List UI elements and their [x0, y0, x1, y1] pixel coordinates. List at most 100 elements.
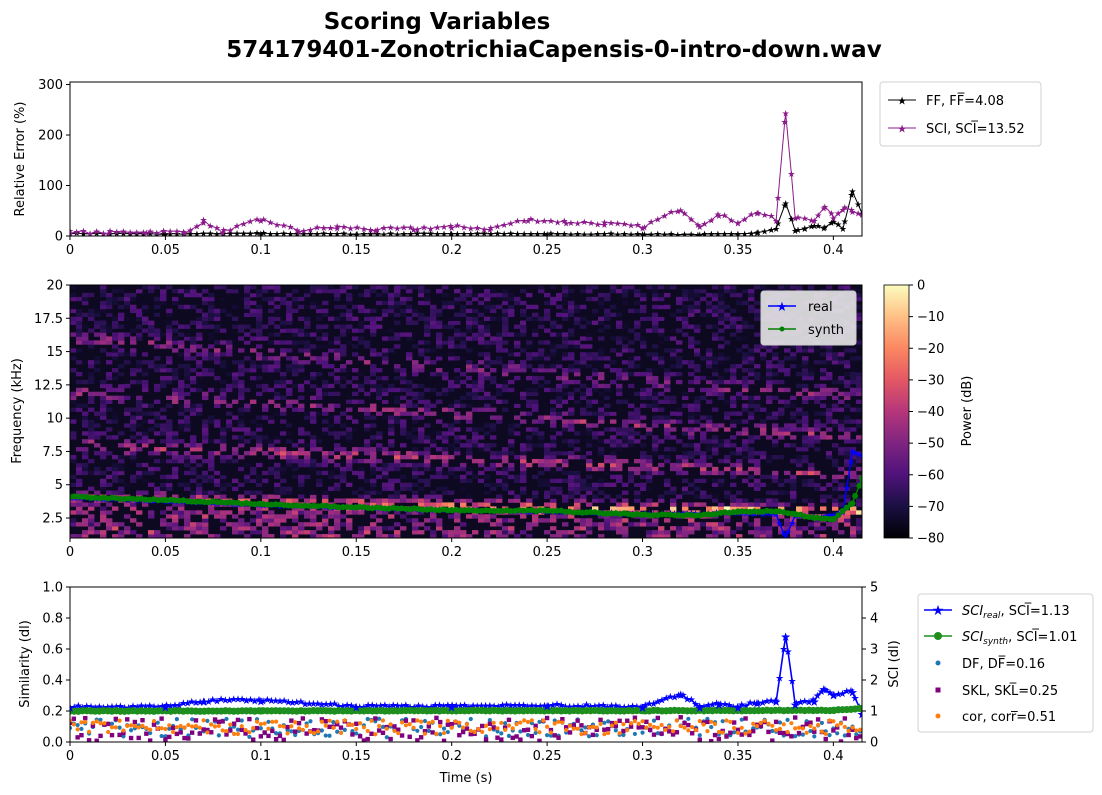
- spectrogram-cell: [304, 443, 311, 448]
- spectrogram-cell: [244, 431, 251, 436]
- spectrogram-cell: [826, 454, 833, 460]
- spectrogram-cell: [394, 292, 401, 298]
- spectrogram-cell: [130, 407, 137, 412]
- spectrogram-cell: [640, 336, 647, 341]
- spectrogram-cell: [598, 328, 605, 333]
- spectrogram-cell: [256, 356, 263, 361]
- spectrogram-cell: [172, 348, 179, 353]
- spectrogram-cell: [586, 427, 593, 432]
- spectrogram-cell: [202, 522, 209, 527]
- spectrogram-cell: [778, 368, 785, 373]
- spectrogram-cell: [538, 443, 545, 448]
- spectrogram-cell: [610, 526, 617, 531]
- spectrogram-cell: [628, 403, 635, 408]
- spectrogram-cell: [328, 407, 335, 412]
- spectrogram-cell: [286, 526, 293, 531]
- spectrogram-cell: [748, 494, 755, 499]
- spectrogram-cell: [190, 522, 197, 527]
- spectrogram-cell: [496, 356, 503, 361]
- spectrogram-cell: [310, 356, 317, 361]
- spectrogram-cell: [784, 427, 791, 432]
- spectrogram-cell: [100, 308, 107, 314]
- spectrogram-cell: [346, 466, 353, 472]
- spectrogram-cell: [106, 328, 113, 333]
- spectrogram-cell: [766, 435, 773, 440]
- spectrogram-cell: [772, 415, 779, 420]
- spectrogram-cell: [820, 494, 827, 499]
- spectrogram-cell: [484, 288, 491, 294]
- spectrogram-cell: [772, 371, 779, 377]
- spectrogram-cell: [388, 304, 395, 310]
- spectrogram-cell: [520, 419, 527, 424]
- spectrogram-cell: [742, 288, 749, 294]
- spectrogram-cell: [538, 288, 545, 294]
- spectrogram-cell: [472, 292, 479, 298]
- spectrogram-cell: [178, 526, 185, 531]
- spectrogram-cell: [466, 466, 473, 472]
- spectrogram-cell: [406, 482, 413, 488]
- spectrogram-cell: [640, 395, 647, 401]
- spectrogram-cell: [424, 439, 431, 444]
- spectrogram-cell: [544, 360, 551, 365]
- spectrogram-cell: [586, 431, 593, 436]
- spectrogram-cell: [784, 443, 791, 448]
- spectrogram-cell: [358, 466, 365, 472]
- relative-error-xtick-label: 0.3: [632, 243, 653, 258]
- spectrogram-cell: [118, 340, 125, 345]
- spectrogram-cell: [190, 379, 197, 385]
- spectrogram-cell: [166, 427, 173, 432]
- spectrogram-cell: [442, 435, 449, 440]
- spectrogram-cell: [382, 526, 389, 531]
- spectrogram-cell: [166, 431, 173, 436]
- spectrogram-cell: [280, 451, 287, 456]
- spectrogram-cell: [418, 486, 425, 491]
- spectrogram-cell: [640, 522, 647, 527]
- spectrogram-cell: [754, 336, 761, 341]
- spectrogram-cell: [154, 423, 161, 428]
- spectrogram-cell: [712, 530, 719, 535]
- spectrogram-cell: [292, 300, 299, 306]
- spectrogram-cell: [460, 371, 467, 377]
- spectrogram-cell: [112, 478, 119, 484]
- spectrogram-cell: [220, 470, 227, 476]
- spectrogram-cell: [304, 332, 311, 337]
- spectrogram-cell: [220, 364, 227, 369]
- spectrogram-cell: [400, 332, 407, 337]
- spectrogram-cell: [280, 411, 287, 416]
- spectrogram-cell: [208, 470, 215, 476]
- spectrogram-xtick-label: 0.1: [250, 545, 271, 560]
- spectrogram-cell: [244, 522, 251, 527]
- spectrogram-cell: [454, 368, 461, 373]
- spectrogram-cell: [826, 411, 833, 416]
- spectrogram-cell: [70, 316, 77, 321]
- spectrogram-cell: [142, 427, 149, 432]
- spectrogram-cell: [268, 494, 275, 499]
- spectrogram-cell: [364, 419, 371, 424]
- spectrogram-cell: [316, 312, 323, 318]
- spectrogram-cell: [718, 304, 725, 310]
- spectrogram-cell: [448, 320, 455, 325]
- spectrogram-cell: [166, 451, 173, 456]
- spectrogram-cell: [682, 470, 689, 476]
- spectrogram-cell: [394, 364, 401, 369]
- spectrogram-cell: [778, 364, 785, 369]
- spectrogram-cell: [412, 474, 419, 480]
- spectrogram-cell: [556, 478, 563, 484]
- spectrogram-cell: [460, 304, 467, 310]
- spectrogram-cell: [736, 470, 743, 476]
- spectrogram-cell: [466, 498, 473, 503]
- spectrogram-cell: [664, 423, 671, 428]
- spectrogram-cell: [166, 482, 173, 488]
- spectrogram-cell: [430, 454, 437, 460]
- spectrogram-cell: [406, 399, 413, 404]
- spectrogram-cell: [382, 285, 389, 290]
- spectrogram-cell: [316, 462, 323, 468]
- spectrogram-cell: [400, 371, 407, 377]
- spectrogram-cell: [406, 451, 413, 456]
- spectrogram-cell: [316, 308, 323, 314]
- spectrogram-cell: [538, 364, 545, 369]
- spectrogram-cell: [730, 451, 737, 456]
- spectrogram-cell: [124, 300, 131, 306]
- spectrogram-cell: [682, 427, 689, 432]
- spectrogram-cell: [652, 324, 659, 329]
